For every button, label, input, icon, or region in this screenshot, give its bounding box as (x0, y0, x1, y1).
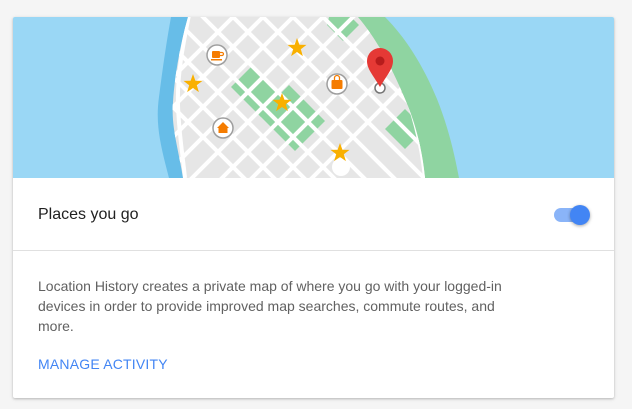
toggle-thumb (570, 205, 590, 225)
location-history-description: Location History creates a private map o… (38, 278, 502, 334)
manage-activity-link[interactable]: MANAGE ACTIVITY (38, 356, 168, 372)
location-history-card: Places you go Location History creates a… (13, 17, 614, 398)
map-illustration (13, 17, 614, 178)
places-you-go-toggle[interactable] (552, 203, 592, 227)
places-you-go-row: Places you go (13, 178, 614, 251)
setting-label: Places you go (38, 206, 139, 223)
coffee-icon (206, 44, 228, 66)
shopping-bag-icon (326, 73, 348, 95)
home-icon (212, 117, 234, 139)
